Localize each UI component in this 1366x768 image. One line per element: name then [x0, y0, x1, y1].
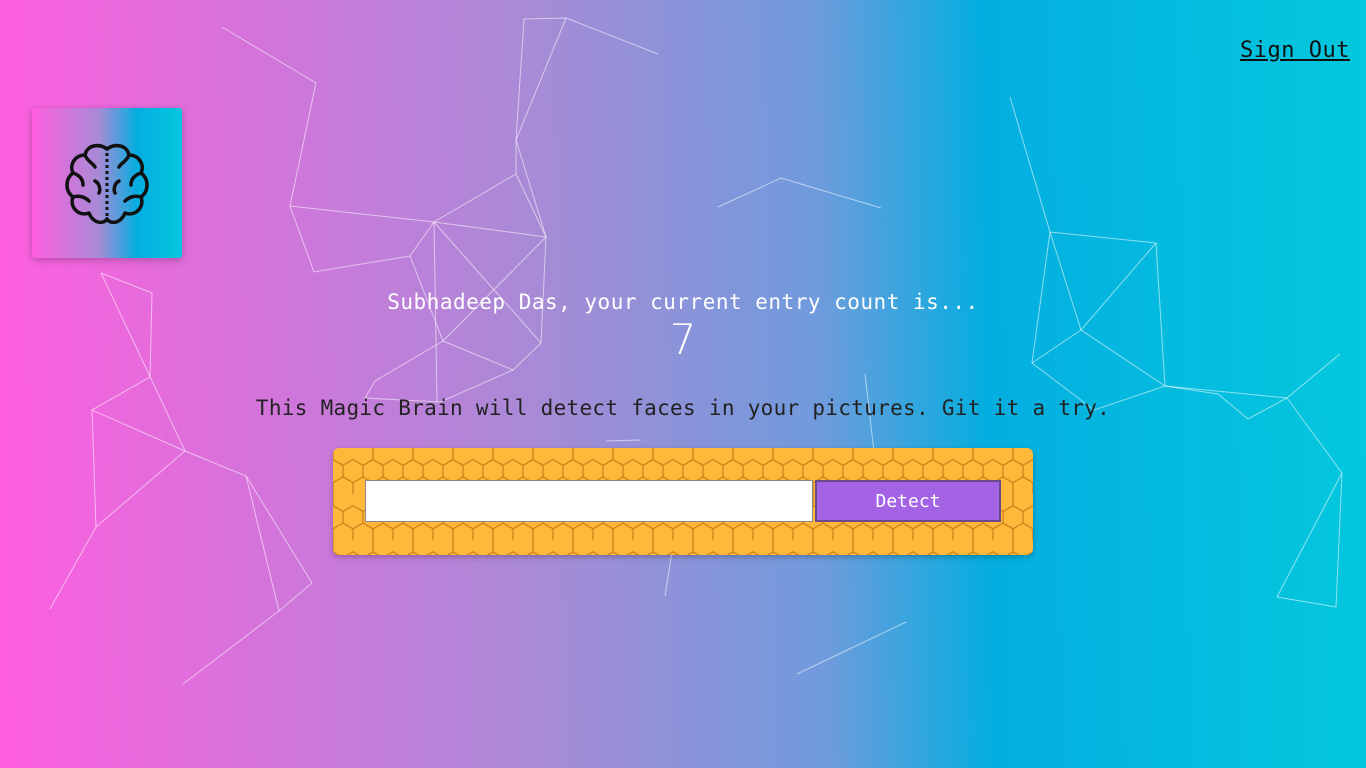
entry-count-message: Subhadeep Das, your current entry count …: [387, 290, 979, 314]
image-link-form: Detect: [333, 448, 1033, 555]
tagline: This Magic Brain will detect faces in yo…: [255, 396, 1111, 420]
entry-rank: Subhadeep Das, your current entry count …: [0, 290, 1366, 364]
image-url-input[interactable]: [365, 480, 813, 522]
entry-count-value: 7: [669, 315, 697, 364]
logo-tilt-card[interactable]: [32, 108, 182, 258]
brain-icon: [65, 143, 149, 225]
top-nav: Sign Out: [1240, 38, 1350, 63]
sign-out-link[interactable]: Sign Out: [1240, 38, 1350, 63]
detect-button[interactable]: Detect: [815, 480, 1001, 522]
particle-network-background: [49, 17, 1343, 685]
